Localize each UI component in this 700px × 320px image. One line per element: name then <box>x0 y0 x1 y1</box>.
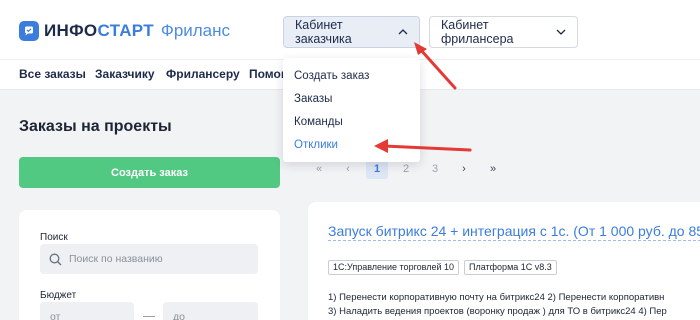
order-description-line: 1) Перенести корпоративную почту на битр… <box>328 292 665 303</box>
logo-subtitle: Фриланс <box>160 21 231 40</box>
customer-cabinet-dropdown: Создать заказ Заказы Команды Отклики <box>283 58 420 162</box>
search-label: Поиск <box>40 232 68 243</box>
freelancer-cabinet-label: Кабинет фрилансера <box>441 18 514 46</box>
pagination-page-1[interactable]: 1 <box>366 159 388 179</box>
logo-name-part2: СТАРТ <box>97 21 154 40</box>
pagination-last[interactable]: » <box>482 159 504 179</box>
logo-name: ИНФОСТАРТ <box>44 21 154 41</box>
nav-for-freelancer[interactable]: Фрилансеру <box>166 67 240 81</box>
dropdown-item-create-order[interactable]: Создать заказ <box>294 70 369 82</box>
freelancer-cabinet-button[interactable]: Кабинет фрилансера <box>429 16 578 48</box>
pagination-prev[interactable]: ‹ <box>337 159 359 179</box>
pagination-page-3[interactable]: 3 <box>424 159 446 179</box>
dropdown-item-orders[interactable]: Заказы <box>294 93 332 105</box>
site-logo[interactable]: ИНФОСТАРТ Фриланс <box>19 21 230 41</box>
customer-cabinet-label: Кабинет заказчика <box>295 18 352 46</box>
dropdown-item-responses[interactable]: Отклики <box>294 139 338 151</box>
logo-name-part1: ИНФО <box>44 21 98 40</box>
order-tag[interactable]: Платформа 1С v8.3 <box>464 260 557 275</box>
order-title-link[interactable]: Запуск битрикс 24 + интеграция с 1с. (От… <box>328 223 700 241</box>
order-tag[interactable]: 1С:Управление торговлей 10 <box>328 260 460 275</box>
budget-from-input[interactable] <box>40 302 134 320</box>
top-header: ИНФОСТАРТ Фриланс Кабинет заказчика Каби… <box>0 0 700 60</box>
pagination-page-2[interactable]: 2 <box>395 159 417 179</box>
chevron-up-icon <box>398 29 408 35</box>
customer-cabinet-button[interactable]: Кабинет заказчика <box>283 16 420 48</box>
chevron-down-icon <box>556 29 566 35</box>
budget-label: Бюджет <box>40 290 77 301</box>
filter-panel: Поиск Бюджет <box>19 210 280 320</box>
pagination-first[interactable]: « <box>308 159 330 179</box>
budget-range-dash <box>143 316 155 317</box>
order-card: Запуск битрикс 24 + интеграция с 1с. (От… <box>308 202 700 320</box>
nav-for-customer[interactable]: Заказчику <box>95 67 155 81</box>
nav-all-orders[interactable]: Все заказы <box>19 67 86 81</box>
search-input[interactable] <box>69 250 249 268</box>
page-title: Заказы на проекты <box>19 118 172 135</box>
logo-badge-icon <box>19 21 39 41</box>
dropdown-item-teams[interactable]: Команды <box>294 116 343 128</box>
order-description-line: 3) Наладить ведения проектов (воронку пр… <box>328 306 667 317</box>
pagination-next[interactable]: › <box>453 159 475 179</box>
budget-to-input[interactable] <box>163 302 258 320</box>
create-order-button[interactable]: Создать заказ <box>19 157 280 188</box>
search-icon <box>49 253 62 271</box>
